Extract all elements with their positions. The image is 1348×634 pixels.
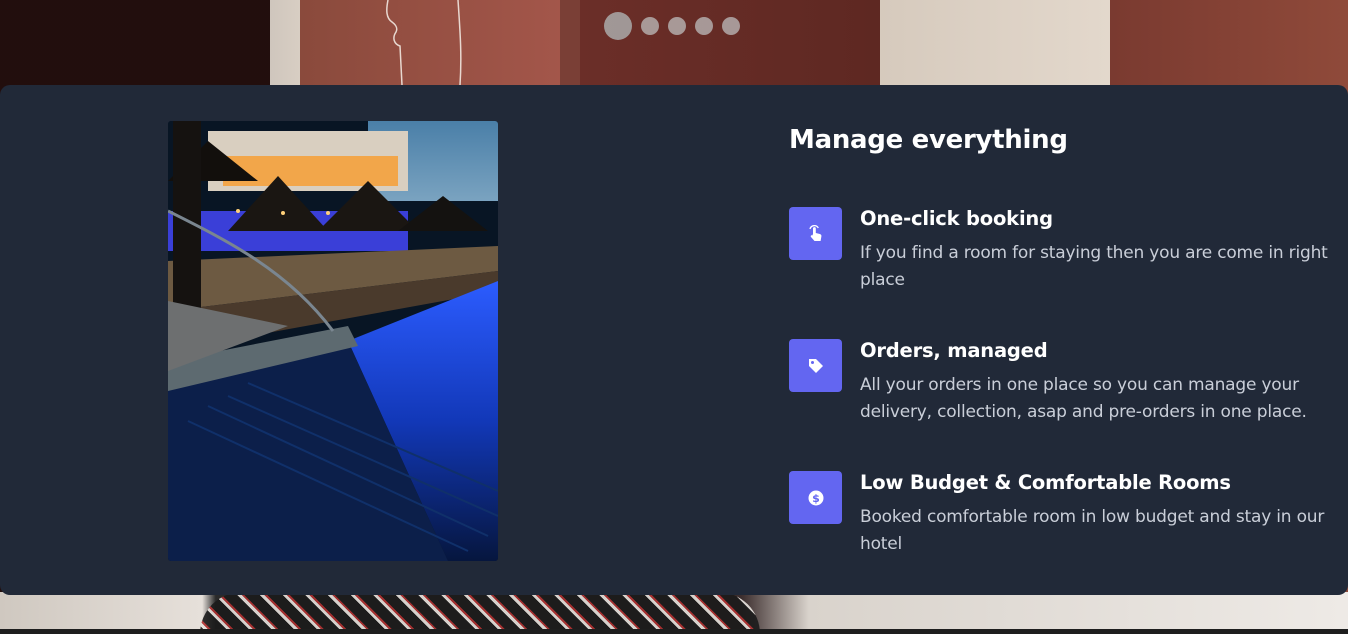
slider-dot-5[interactable] — [722, 17, 740, 35]
feature-description: If you find a room for staying then you … — [860, 243, 1328, 290]
bottom-bar — [0, 629, 1348, 634]
line-art-decoration — [386, 0, 462, 85]
feature-description: All your orders in one place so you can … — [860, 375, 1307, 422]
feature-low-budget-rooms: $ Low Budget & Comfortable Rooms Booked … — [789, 471, 1329, 558]
touch-icon — [789, 207, 842, 260]
section-heading: Manage everything — [789, 125, 1068, 155]
hero-background-bottom — [0, 592, 1348, 634]
slider-dot-1[interactable] — [604, 12, 632, 40]
slider-dot-2[interactable] — [641, 17, 659, 35]
pool-photo — [168, 121, 498, 561]
svg-text:$: $ — [812, 492, 820, 505]
feature-one-click-booking: One-click booking If you find a room for… — [789, 207, 1329, 294]
slider-dot-4[interactable] — [695, 17, 713, 35]
feature-title: One-click booking — [860, 207, 1053, 230]
feature-title: Low Budget & Comfortable Rooms — [860, 471, 1231, 494]
features-card: Manage everything One-click booking If y… — [0, 85, 1348, 595]
feature-orders-managed: Orders, managed All your orders in one p… — [789, 339, 1329, 426]
features-content: Manage everything One-click booking If y… — [789, 125, 1329, 554]
dollar-badge-icon: $ — [789, 471, 842, 524]
feature-title: Orders, managed — [860, 339, 1048, 362]
patterned-cushion — [200, 592, 760, 634]
tag-icon — [789, 339, 842, 392]
feature-description: Booked comfortable room in low budget an… — [860, 507, 1325, 554]
slider-dots — [604, 12, 740, 40]
slider-dot-3[interactable] — [668, 17, 686, 35]
